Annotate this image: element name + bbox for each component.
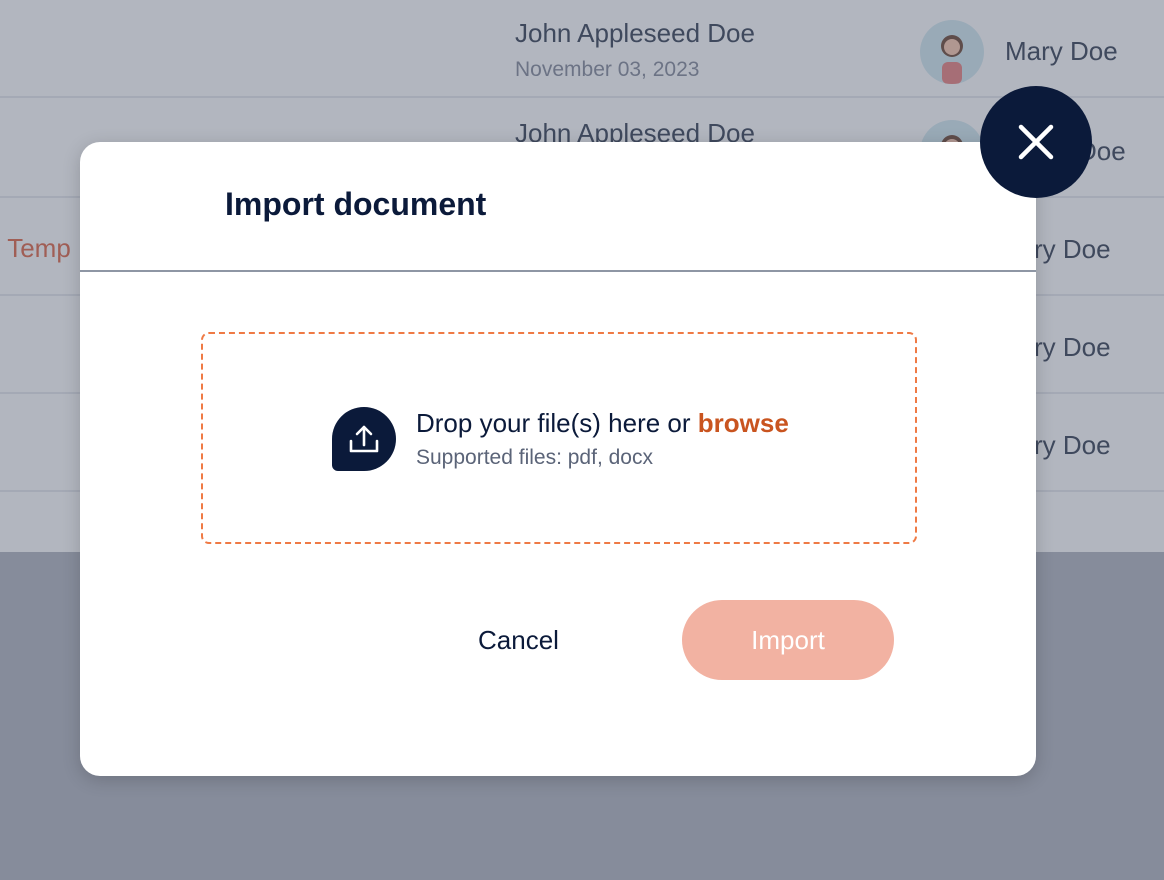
dropzone-prompt: Drop your file(s) here or browse	[416, 408, 789, 439]
modal-title: Import document	[225, 186, 487, 222]
dropzone-prompt-text: Drop your file(s) here or	[416, 408, 698, 438]
upload-icon	[332, 407, 396, 471]
close-icon	[1018, 124, 1054, 160]
close-button[interactable]	[980, 86, 1092, 198]
modal-header: Import document	[80, 142, 1036, 272]
cancel-button[interactable]: Cancel	[478, 600, 559, 680]
import-button[interactable]: Import	[682, 600, 894, 680]
supported-files-hint: Supported files: pdf, docx	[416, 446, 653, 469]
file-dropzone[interactable]: Drop your file(s) here or browse Support…	[201, 332, 917, 544]
browse-link[interactable]: browse	[698, 408, 789, 438]
import-document-modal: Import document Drop your file(s) here o…	[80, 142, 1036, 776]
